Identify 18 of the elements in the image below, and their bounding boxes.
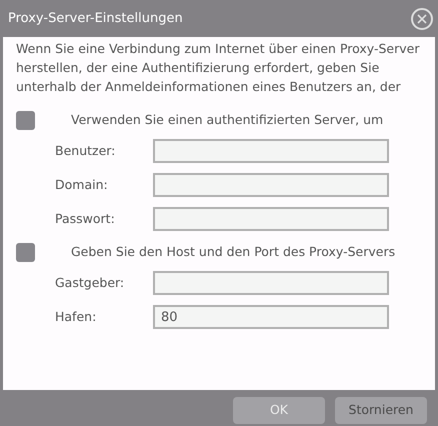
checkbox-label: Geben Sie den Host und den Port des Proxy-Servers (71, 243, 396, 262)
input-field[interactable] (153, 173, 389, 197)
checkbox[interactable] (16, 111, 35, 130)
field-label: Benutzer: (55, 142, 116, 160)
window-title: Proxy-Server-Einstellungen (8, 10, 183, 28)
dialog-button[interactable]: Stornieren (335, 397, 427, 424)
input-field[interactable] (153, 139, 389, 163)
input-field[interactable] (153, 207, 389, 231)
input-field[interactable] (153, 271, 389, 295)
close-icon[interactable] (411, 8, 433, 30)
checkbox-label: Verwenden Sie einen authentifizierten Server, um (71, 111, 384, 130)
checkbox[interactable] (16, 243, 35, 262)
input-field[interactable]: 80 (153, 305, 389, 329)
field-label: Gastgeber: (55, 274, 126, 292)
field-label: Domain: (55, 176, 109, 194)
intro-text: Wenn Sie eine Verbindung zum Internet über einen Proxy-Server herstellen, der eine Authentifizierung erfordert, geben Sie unterhalb der Anmeldeinformationen eines Benutzers an, der (16, 40, 420, 96)
field-label: Hafen: (55, 308, 98, 326)
field-label: Passwort: (55, 210, 116, 228)
